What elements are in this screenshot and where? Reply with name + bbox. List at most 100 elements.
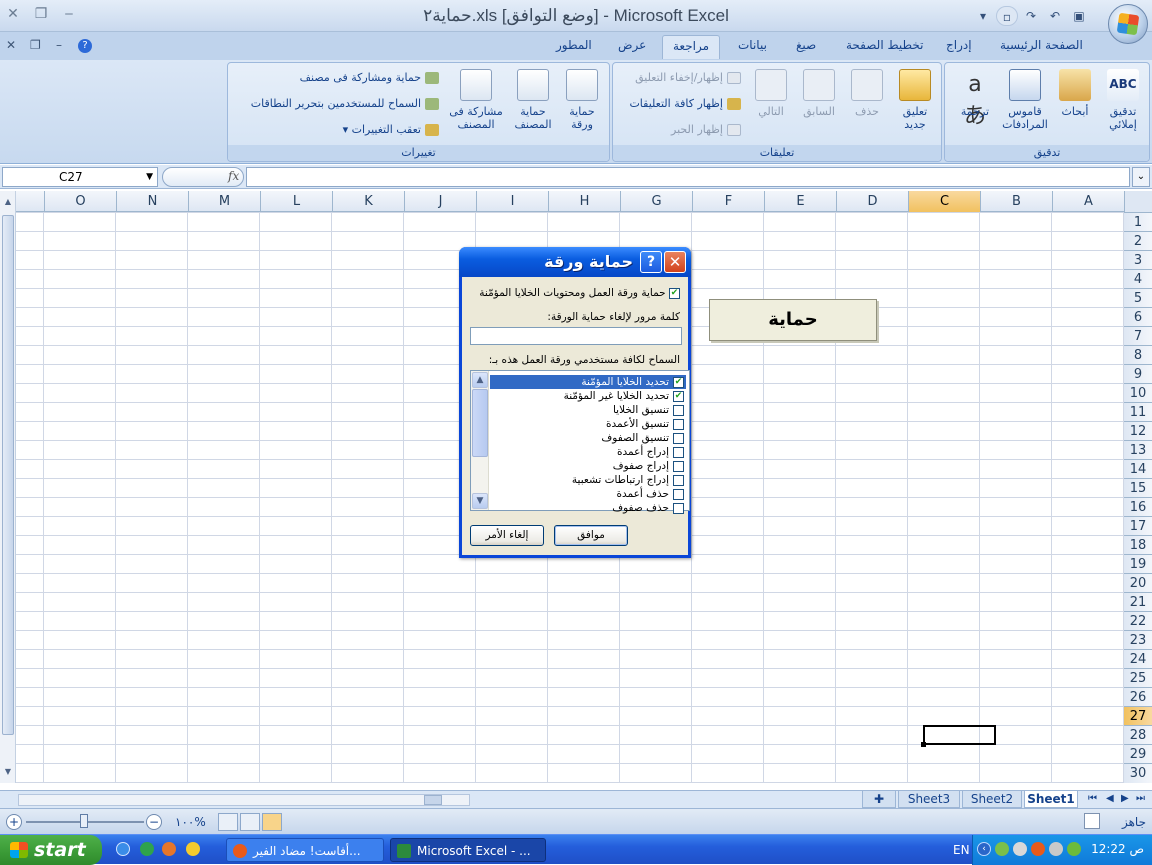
row-header-3[interactable]: 3 — [1124, 250, 1152, 269]
tab-view[interactable]: عرض — [618, 38, 646, 52]
thesaurus-button[interactable]: قاموس المرادفات — [999, 67, 1051, 131]
column-header-o[interactable]: O — [44, 191, 116, 212]
row-header-17[interactable]: 17 — [1124, 516, 1152, 535]
new-comment-button[interactable]: تعليق جديد — [893, 67, 937, 131]
column-header-g[interactable]: G — [620, 191, 692, 212]
horizontal-scroll-thumb[interactable] — [424, 795, 442, 805]
permissions-scrollbar[interactable]: ▲ ▼ — [471, 371, 489, 510]
ok-button[interactable]: موافق — [554, 525, 628, 546]
quicklaunch-ie-icon[interactable] — [116, 842, 130, 856]
permission-checkbox[interactable] — [673, 488, 684, 500]
column-header-m[interactable]: M — [188, 191, 260, 212]
column-header-j[interactable]: J — [404, 191, 476, 212]
row-header-1[interactable]: 1 — [1124, 212, 1152, 231]
row-header-28[interactable]: 28 — [1124, 725, 1152, 744]
list-scroll-thumb[interactable] — [472, 389, 488, 457]
list-scroll-down-icon[interactable]: ▼ — [472, 493, 488, 509]
vertical-scroll-thumb[interactable] — [2, 215, 14, 735]
track-changes-button[interactable]: تعقب التغييرات ▾ — [343, 123, 439, 136]
column-header-f[interactable]: F — [692, 191, 764, 212]
close-workbook-icon[interactable]: ✕ — [6, 38, 16, 52]
zoom-out-icon[interactable]: − — [146, 814, 162, 830]
name-box[interactable]: C27 ▼ — [2, 167, 158, 187]
tray-app-icon[interactable] — [1049, 842, 1063, 856]
permission-item[interactable]: تنسيق الأعمدة — [490, 417, 686, 431]
restore-workbook-icon[interactable]: ❐ — [30, 38, 41, 52]
row-header-30[interactable]: 30 — [1124, 763, 1152, 782]
row-header-14[interactable]: 14 — [1124, 459, 1152, 478]
tab-developer[interactable]: المطور — [556, 38, 592, 52]
share-workbook-button[interactable]: مشاركة فى المصنف — [446, 67, 506, 131]
research-button[interactable]: أبحاث — [1053, 67, 1097, 118]
protect-contents-option[interactable]: ✔ حماية ورقة العمل ومحتويات الخلايا المؤ… — [479, 287, 680, 299]
permission-item[interactable]: تنسيق الخلايا — [490, 403, 686, 417]
expand-formula-bar-icon[interactable]: ⌄ — [1132, 167, 1150, 187]
cancel-button[interactable]: إلغاء الأمر — [470, 525, 544, 546]
tab-home[interactable]: الصفحة الرئيسية — [1000, 38, 1083, 52]
dialog-close-button[interactable]: ✕ — [664, 251, 686, 273]
column-header-a[interactable]: A — [1052, 191, 1124, 212]
tab-page-layout[interactable]: تخطيط الصفحة — [846, 38, 923, 52]
list-scroll-up-icon[interactable]: ▲ — [472, 372, 488, 388]
row-header-13[interactable]: 13 — [1124, 440, 1152, 459]
permission-checkbox[interactable] — [673, 460, 684, 472]
name-box-dropdown-icon[interactable]: ▼ — [146, 168, 153, 186]
row-header-22[interactable]: 22 — [1124, 611, 1152, 630]
allow-edit-ranges-button[interactable]: السماح للمستخدمين بتحرير النطاقات — [251, 97, 439, 110]
taskbar-avast-button[interactable]: أفاست! مضاد الفير... — [226, 838, 384, 862]
quicklaunch-media-icon[interactable] — [140, 842, 154, 856]
tab-insert[interactable]: إدراج — [946, 38, 972, 52]
delete-comment-button[interactable]: حذف — [845, 67, 889, 118]
row-header-19[interactable]: 19 — [1124, 554, 1152, 573]
translate-button[interactable]: aあ ترجمة — [953, 67, 997, 129]
page-layout-view-icon[interactable] — [240, 813, 260, 831]
undo-icon[interactable]: ↶ — [1044, 6, 1066, 26]
column-header-i[interactable]: I — [476, 191, 548, 212]
row-header-11[interactable]: 11 — [1124, 402, 1152, 421]
first-sheet-icon[interactable]: ⏮ — [1088, 793, 1097, 804]
permission-item[interactable]: تنسيق الصفوف — [490, 431, 686, 445]
customize-qat-icon[interactable]: ▾ — [972, 6, 994, 26]
tray-volume-icon[interactable] — [1013, 842, 1027, 856]
permission-item[interactable]: إدراج أعمدة — [490, 445, 686, 459]
row-header-5[interactable]: 5 — [1124, 288, 1152, 307]
sheet-tab-sheet2[interactable]: Sheet2 — [962, 791, 1022, 808]
zoom-in-icon[interactable]: + — [6, 814, 22, 830]
sheet-tab-sheet1[interactable]: Sheet1 — [1024, 791, 1078, 808]
column-header-h[interactable]: H — [548, 191, 620, 212]
column-header-d[interactable]: D — [836, 191, 908, 212]
tab-data[interactable]: بيانات — [738, 38, 767, 52]
horizontal-scrollbar[interactable] — [18, 794, 470, 806]
quicklaunch-firefox-icon[interactable] — [162, 842, 176, 856]
row-header-2[interactable]: 2 — [1124, 231, 1152, 250]
tray-expand-icon[interactable]: ‹ — [977, 842, 991, 856]
tray-network-icon[interactable] — [995, 842, 1009, 856]
prev-sheet-icon[interactable]: ◀ — [1106, 793, 1114, 804]
insert-sheet-icon[interactable]: ✚ — [862, 791, 896, 808]
office-button[interactable] — [1108, 4, 1148, 44]
row-header-7[interactable]: 7 — [1124, 326, 1152, 345]
next-sheet-icon[interactable]: ▶ — [1121, 793, 1129, 804]
tab-review[interactable]: مراجعة — [662, 35, 721, 59]
last-sheet-icon[interactable]: ⏭ — [1136, 793, 1145, 804]
row-header-9[interactable]: 9 — [1124, 364, 1152, 383]
password-input[interactable] — [470, 327, 682, 345]
permission-item[interactable]: ✔ تحديد الخلايا غير المؤمّنة — [490, 389, 686, 403]
row-header-25[interactable]: 25 — [1124, 668, 1152, 687]
normal-view-icon[interactable] — [262, 813, 282, 831]
active-cell[interactable] — [921, 725, 996, 747]
column-header-c[interactable]: C — [908, 191, 980, 212]
permission-item[interactable]: ✔ تحديد الخلايا المؤمّنة — [490, 375, 686, 389]
column-header-b[interactable]: B — [980, 191, 1052, 212]
next-comment-button[interactable]: التالي — [749, 67, 793, 118]
tab-formulas[interactable]: صيغ — [796, 38, 816, 52]
permission-checkbox[interactable] — [673, 404, 684, 416]
redo-icon[interactable]: ↷ — [1020, 6, 1042, 26]
row-header-29[interactable]: 29 — [1124, 744, 1152, 763]
permission-checkbox[interactable] — [673, 474, 684, 486]
permission-checkbox[interactable] — [673, 418, 684, 430]
insert-function-icon[interactable]: fx — [228, 169, 239, 183]
permission-checkbox[interactable]: ✔ — [673, 376, 684, 388]
row-header-8[interactable]: 8 — [1124, 345, 1152, 364]
column-header-k[interactable]: K — [332, 191, 404, 212]
